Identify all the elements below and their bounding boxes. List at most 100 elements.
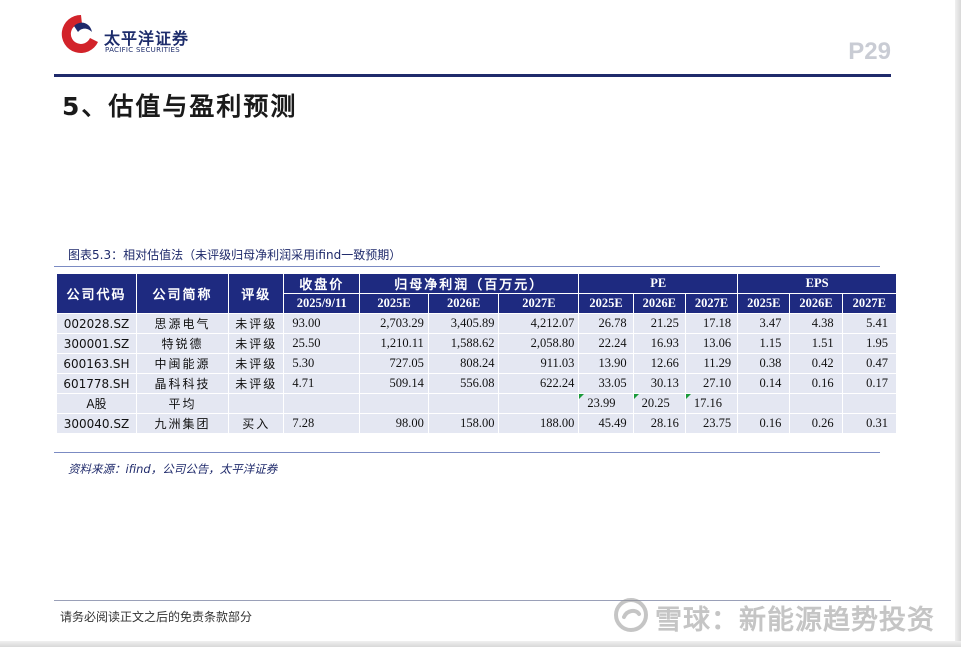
cell-profit-2026: 158.00	[427, 413, 500, 434]
cell-pe-2025: 22.24	[578, 333, 634, 354]
cell-eps-2025	[737, 393, 791, 414]
cell-eps-2026: 1.51	[789, 333, 843, 354]
cell-rating	[228, 393, 285, 414]
cell-pe-2026: 21.25	[632, 313, 686, 334]
cell-eps-2025: 3.47	[737, 313, 791, 334]
cell-pe-2025: 23.99	[578, 393, 634, 414]
header-divider	[54, 74, 891, 77]
cell-code: 601778.SH	[56, 373, 137, 394]
header-pe-2026: 2026E	[632, 293, 686, 314]
disclaimer-text: 请务必阅读正文之后的免责条款部分	[60, 610, 253, 624]
cell-profit-2025: 2,703.29	[359, 313, 429, 334]
header-close: 收盘价	[283, 273, 361, 294]
header-pe-2027: 2027E	[684, 293, 739, 314]
header-pe: PE	[578, 273, 739, 294]
cell-pe-2026: 12.66	[632, 353, 686, 374]
cell-name: 特锐德	[135, 333, 230, 354]
header-eps-2025: 2025E	[737, 293, 791, 314]
cell-profit-2026: 556.08	[427, 373, 500, 394]
cell-name: 平均	[135, 393, 230, 414]
cell-eps-2027: 0.31	[841, 413, 898, 434]
cell-profit-2026	[427, 393, 500, 414]
cell-profit-2027: 188.00	[498, 413, 580, 434]
cell-name: 中闽能源	[135, 353, 230, 374]
cell-pe-2026: 16.93	[632, 333, 686, 354]
cell-close: 5.30	[283, 353, 361, 374]
cell-name: 九洲集团	[135, 413, 230, 434]
cell-close: 4.71	[283, 373, 361, 394]
cell-pe-2027: 13.06	[684, 333, 739, 354]
cell-eps-2027	[841, 393, 898, 414]
page-number: P29	[848, 38, 891, 65]
cell-pe-2027: 11.29	[684, 353, 739, 374]
header-profit-2025: 2025E	[359, 293, 429, 314]
header-profit: 归母净利润（百万元）	[359, 273, 580, 294]
cell-eps-2027: 0.17	[841, 373, 898, 394]
cell-eps-2025: 1.15	[737, 333, 791, 354]
cell-profit-2026: 1,588.62	[427, 333, 500, 354]
cell-code: 300040.SZ	[56, 413, 137, 434]
figure-caption: 图表5.3：相对估值法（未评级归母净利润采用ifind一致预期）	[68, 248, 402, 262]
snowball-watermark-icon	[614, 598, 648, 632]
table-row: 601778.SH 晶科科技 未评级 4.71 509.14 556.08 62…	[56, 373, 898, 394]
header-profit-2027: 2027E	[498, 293, 580, 314]
table-header-row-1: 公司代码 公司简称 评级 收盘价 归母净利润（百万元） PE EPS	[56, 273, 897, 314]
brand-name-en: PACIFIC SECURITIES	[105, 46, 181, 54]
cell-eps-2025: 0.16	[737, 413, 791, 434]
cell-eps-2026: 0.26	[789, 413, 843, 434]
cell-pe-2026: 20.25	[632, 393, 686, 414]
cell-code: A股	[56, 393, 137, 414]
cell-profit-2027: 2,058.80	[498, 333, 580, 354]
cell-code: 300001.SZ	[56, 333, 137, 354]
cell-close: 25.50	[283, 333, 361, 354]
cell-profit-2027: 911.03	[498, 353, 580, 374]
header-code: 公司代码	[56, 273, 137, 314]
cell-pe-2027: 23.75	[684, 413, 739, 434]
table-row: 600163.SH 中闽能源 未评级 5.30 727.05 808.24 91…	[56, 353, 898, 374]
cell-eps-2026: 0.16	[789, 373, 843, 394]
header-pe-2025: 2025E	[578, 293, 634, 314]
figure-source: 资料来源：ifind，公司公告，太平洋证券	[68, 462, 278, 476]
cell-profit-2025: 98.00	[359, 413, 429, 434]
cell-eps-2025: 0.38	[737, 353, 791, 374]
header-close-date: 2025/9/11	[283, 293, 361, 314]
table-row: 002028.SZ 思源电气 未评级 93.00 2,703.29 3,405.…	[56, 313, 898, 334]
header-profit-2026: 2026E	[427, 293, 500, 314]
cell-pe-2025: 45.49	[578, 413, 634, 434]
cell-eps-2027: 0.47	[841, 353, 898, 374]
table-row: 300001.SZ 特锐德 未评级 25.50 1,210.11 1,588.6…	[56, 333, 898, 354]
cell-pe-2026: 28.16	[632, 413, 686, 434]
cell-pe-2025: 13.90	[578, 353, 634, 374]
page-edge-right	[955, 0, 961, 647]
cell-rating: 未评级	[228, 353, 285, 374]
cell-rating: 未评级	[228, 333, 285, 354]
cell-code: 600163.SH	[56, 353, 137, 374]
table-row: 300040.SZ 九洲集团 买入 7.28 98.00 158.00 188.…	[56, 413, 898, 434]
cell-name: 晶科科技	[135, 373, 230, 394]
cell-profit-2025	[359, 393, 429, 414]
cell-eps-2025: 0.14	[737, 373, 791, 394]
cell-pe-2025: 26.78	[578, 313, 634, 334]
cell-close: 93.00	[283, 313, 361, 334]
cell-eps-2027: 1.95	[841, 333, 898, 354]
header-eps-2027: 2027E	[841, 293, 898, 314]
valuation-table: 公司代码 公司简称 评级 收盘价 归母净利润（百万元） PE EPS 2025/…	[56, 273, 898, 434]
cell-pe-2027: 27.10	[684, 373, 739, 394]
cell-pe-2027: 17.18	[684, 313, 739, 334]
watermark-text: 雪球：新能源趋势投资	[655, 605, 935, 636]
cell-eps-2026	[789, 393, 843, 414]
header-eps: EPS	[737, 273, 897, 294]
cell-pe-2026: 30.13	[632, 373, 686, 394]
caption-divider	[54, 266, 880, 267]
header-eps-2026: 2026E	[789, 293, 843, 314]
cell-pe-2027: 17.16	[684, 393, 739, 414]
cell-profit-2026: 3,405.89	[427, 313, 500, 334]
cell-name: 思源电气	[135, 313, 230, 334]
cell-profit-2027: 622.24	[498, 373, 580, 394]
pacific-logo-icon	[61, 14, 98, 53]
cell-rating: 未评级	[228, 373, 285, 394]
cell-profit-2025: 509.14	[359, 373, 429, 394]
brand-logo: 太平洋证券 PACIFIC SECURITIES	[60, 12, 200, 62]
cell-profit-2025: 727.05	[359, 353, 429, 374]
cell-close	[283, 393, 361, 414]
